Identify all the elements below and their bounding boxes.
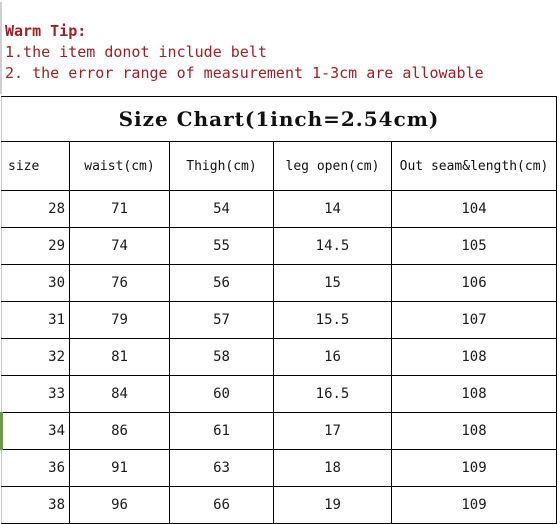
cell-size: 32 (1, 338, 70, 376)
cell-size: 34 (0, 412, 70, 450)
cell-leg-open: 16.5 (273, 375, 392, 413)
cell-thigh: 63 (169, 449, 274, 487)
cell-waist: 84 (69, 375, 170, 413)
cell-size: 31 (1, 301, 70, 339)
size-chart-page: Warm Tip: 1.the item donot include belt … (0, 0, 560, 524)
cell-thigh: 60 (169, 375, 274, 413)
cell-size: 29 (1, 227, 70, 265)
cell-leg-open: 17 (273, 412, 392, 450)
cell-out-seam: 105 (391, 227, 557, 265)
cell-out-seam: 108 (391, 412, 557, 450)
cell-size: 28 (1, 190, 70, 228)
table-row: 30 76 56 15 106 (1, 264, 557, 302)
cell-out-seam: 106 (391, 264, 557, 302)
cell-out-seam: 108 (391, 375, 557, 413)
warm-tip-block: Warm Tip: 1.the item donot include belt … (0, 2, 554, 94)
table-row: 33 84 60 16.5 108 (1, 375, 557, 413)
cell-leg-open: 15.5 (273, 301, 392, 339)
cell-waist: 74 (69, 227, 170, 265)
cell-thigh: 56 (169, 264, 274, 302)
cell-thigh: 66 (169, 486, 274, 524)
table-row: 38 96 66 19 109 (1, 486, 557, 524)
title-row: Size Chart(1inch=2.54cm) (1, 96, 557, 142)
table-row-highlighted: 34 86 61 17 108 (0, 412, 557, 450)
cell-size: 33 (1, 375, 70, 413)
column-header-leg-open: leg open(cm) (273, 141, 392, 191)
cell-waist: 91 (69, 449, 170, 487)
warm-tip-line-2: 2. the error range of measurement 1-3cm … (5, 64, 484, 82)
cell-size: 38 (1, 486, 70, 524)
table-row: 29 74 55 14.5 105 (1, 227, 557, 265)
cell-thigh: 55 (169, 227, 274, 265)
cell-thigh: 61 (169, 412, 274, 450)
cell-waist: 71 (69, 190, 170, 228)
cell-thigh: 54 (169, 190, 274, 228)
cell-leg-open: 14.5 (273, 227, 392, 265)
column-header-out-seam: Out seam&length(cm) (391, 141, 557, 191)
cell-leg-open: 16 (273, 338, 392, 376)
size-chart-title: Size Chart(1inch=2.54cm) (1, 96, 557, 142)
size-table: Size Chart(1inch=2.54cm) size waist(cm) … (0, 96, 557, 524)
cell-out-seam: 107 (391, 301, 557, 339)
header-row: size waist(cm) Thigh(cm) leg open(cm) Ou… (1, 141, 557, 191)
cell-out-seam: 109 (391, 449, 557, 487)
cell-waist: 86 (69, 412, 170, 450)
cell-waist: 81 (69, 338, 170, 376)
size-table-body: Size Chart(1inch=2.54cm) size waist(cm) … (0, 96, 557, 524)
column-header-size: size (1, 141, 70, 191)
cell-leg-open: 15 (273, 264, 392, 302)
column-header-waist: waist(cm) (69, 141, 170, 191)
cell-leg-open: 19 (273, 486, 392, 524)
table-row: 31 79 57 15.5 107 (1, 301, 557, 339)
cell-thigh: 57 (169, 301, 274, 339)
warm-tip-line-1: 1.the item donot include belt (5, 43, 267, 61)
cell-out-seam: 109 (391, 486, 557, 524)
table-row: 36 91 63 18 109 (1, 449, 557, 487)
cell-size: 36 (1, 449, 70, 487)
cell-size: 30 (1, 264, 70, 302)
table-row: 32 81 58 16 108 (1, 338, 557, 376)
cell-leg-open: 18 (273, 449, 392, 487)
cell-out-seam: 104 (391, 190, 557, 228)
cell-waist: 79 (69, 301, 170, 339)
cell-waist: 76 (69, 264, 170, 302)
column-header-thigh: Thigh(cm) (169, 141, 274, 191)
cell-leg-open: 14 (273, 190, 392, 228)
warm-tip-heading: Warm Tip: (5, 22, 87, 40)
cell-thigh: 58 (169, 338, 274, 376)
size-table-wrapper: Size Chart(1inch=2.54cm) size waist(cm) … (0, 96, 557, 524)
table-row: 28 71 54 14 104 (1, 190, 557, 228)
cell-waist: 96 (69, 486, 170, 524)
cell-out-seam: 108 (391, 338, 557, 376)
